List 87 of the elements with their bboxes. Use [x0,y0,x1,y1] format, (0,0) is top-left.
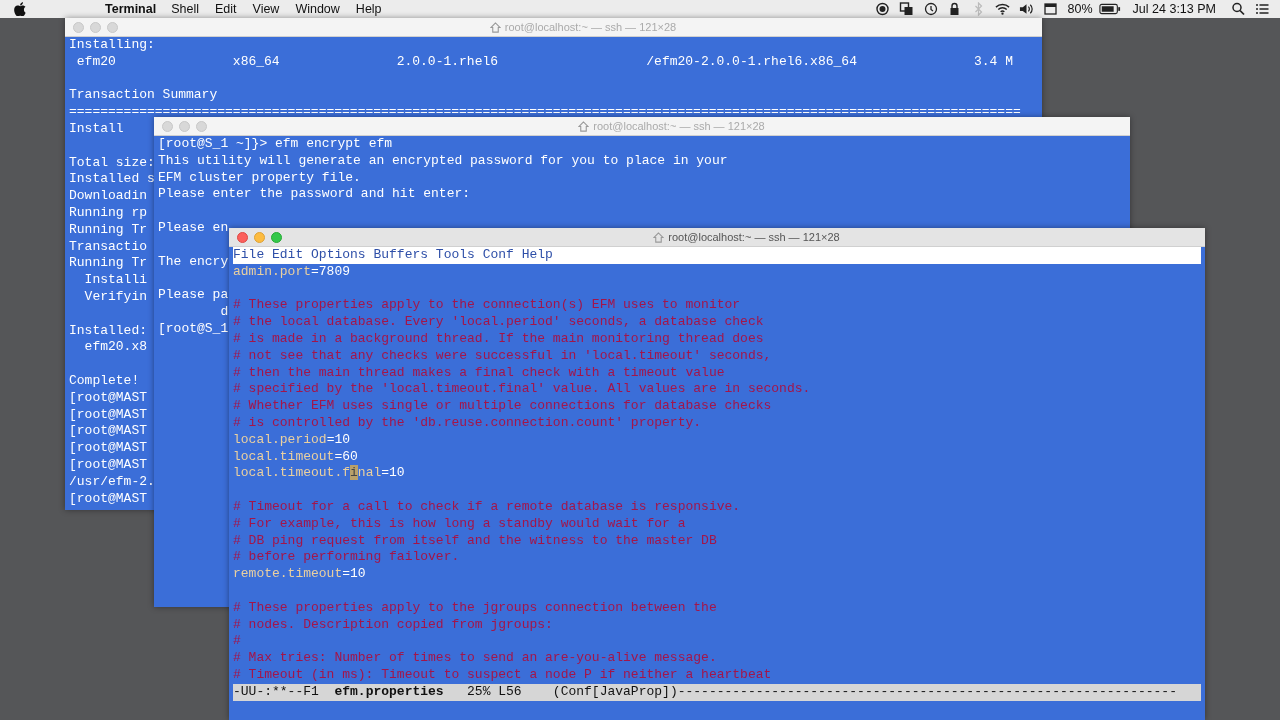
menu-item[interactable]: Edit [214,2,237,16]
code-comment: # before performing failover. [233,549,460,567]
terminal-line: ========================================================================================================================== [69,104,1021,121]
app-menu[interactable]: Terminal [105,2,157,16]
code-comment: # These properties apply to the jgroups connection between the [233,599,717,617]
terminal-line: [root@S_1 [158,320,229,338]
code-comment: # These properties apply to the connection(s) EFM uses to monitor [233,297,741,315]
menu-item[interactable]: Help [355,2,382,16]
terminal-line: Complete! [69,372,140,390]
code-comment: # DB ping request from itself and the witness to the master DB [233,532,717,550]
code-comment: # is controlled by the 'db.reuse.connection.count' property. [233,414,702,432]
terminal-line: Please enter the password and hit enter: [158,186,471,204]
windows-icon[interactable] [898,2,914,16]
terminal-line: Install [69,121,124,138]
code-comment: # then the main thread makes a final check with a timeout value [233,364,725,382]
battery-icon[interactable] [1098,3,1121,15]
menu-item[interactable]: Shell [171,2,199,16]
terminal-line: efm20.x8 [83,339,147,357]
menu-item[interactable]: Conf [482,247,514,264]
record-icon[interactable] [874,2,890,16]
terminal-line: [root@MAST [69,389,147,407]
window-title: root@localhost:~ — ssh — 121×28 [668,231,840,243]
terminal-line: The encry [158,253,229,271]
menu-item[interactable]: Buffers [373,247,429,264]
code-comment: # Timeout for a call to check if a remote database is responsive. [233,498,741,516]
terminal-line: Downloadin [69,188,147,205]
clock-history-icon[interactable] [922,2,938,16]
code-comment: # is made in a background thread. If the main monitoring thread does [233,331,764,348]
house-icon [653,231,665,243]
search-icon[interactable] [1231,2,1246,16]
list-icon[interactable] [1255,2,1270,16]
terminal-line: Installed s [69,171,155,189]
terminal-line: [root@MAST [69,423,147,441]
house-icon [578,120,590,132]
code-comment: # Whether EFM uses single or multiple connections for database checks [233,398,772,415]
terminal-line: This utility will generate an encrypted password for you to place in your [158,152,728,170]
terminal-line: Installed: [69,322,147,340]
menu-item[interactable]: View [252,2,280,16]
code-comment: # Timeout (in ms): Timeout to suspect a node P if neither a heartbeat [233,666,772,684]
terminal-line: [root@MAST [69,406,147,424]
code-line: local.period=10 [233,431,351,449]
terminal-line: /usr/efm-2. [69,473,155,491]
terminal-line: EFM cluster property file. [158,169,361,187]
terminal-line: [root@MAST [69,440,147,457]
code-line: admin.port=7809 [233,263,351,281]
terminal-line: Verifyin [83,288,147,306]
terminal-line: Installi [83,272,147,289]
window-title: root@localhost:~ — ssh — 121×28 [504,21,677,33]
code-line: remote.timeout=10 [233,566,366,583]
wifi-icon[interactable] [994,2,1010,16]
terminal-line: Running Tr [69,221,147,239]
code-comment: # the local database. Every 'local.period' seconds, a database check [233,314,764,331]
menu-item[interactable]: Window [295,2,340,16]
code-comment: # [233,633,241,651]
code-comment: # specified by the 'local.timeout.final' value. All values are in seconds. [233,381,811,399]
menu-item[interactable]: Edit [272,247,304,264]
terminal-line: Transactio [69,238,147,256]
code-comment: # nodes. Description copied from jgroups: [233,616,553,634]
code-comment: # not see that any checks were successful in 'local.timeout' seconds, [233,347,772,365]
terminal-line: [root@S_1 ~]}> efm encrypt efm [158,136,393,153]
battery-percent: 80% [1067,2,1093,16]
code-comment: # For example, this is how long a standby would wait for a [233,515,686,533]
code-line: local.timeout.final=10 [233,465,405,483]
terminal-line: Installing: [69,37,155,54]
window-title: root@localhost:~ — ssh — 121×28 [593,120,765,132]
menu-item[interactable]: Help [521,247,553,264]
apple-logo-icon[interactable] [14,2,26,16]
code-comment: # Max tries: Number of times to send an are-you-alive message. [233,650,717,667]
terminal-line: Running rp [69,204,147,222]
menu-item[interactable]: Tools [435,247,475,264]
terminal-line: [root@MAST [69,456,147,474]
volume-icon[interactable] [1018,2,1034,16]
terminal-line: Transaction Summary [69,87,218,105]
close-button[interactable] [237,231,248,243]
house-icon [489,21,501,33]
menu-item[interactable]: File [233,247,265,264]
menu-item[interactable]: Options [311,247,366,264]
calendar-icon[interactable] [1042,2,1058,16]
terminal-line: efm20 x86_64 2.0.0-1.rhel6 /efm20-2.0.0-1.rhel6.x86_64 3.4 M [75,53,1013,71]
terminal-line: d [219,303,229,321]
code-line: local.timeout=60 [233,448,358,466]
terminal-line: Running Tr [69,255,147,273]
terminal-line: Total size: [69,154,155,172]
terminal-line: Please pa [158,287,229,304]
terminal-line: [root@MAST [69,490,147,508]
terminal-line: Please en [158,220,229,237]
menu-bar-clock[interactable]: Jul 24 3:13 PM [1132,2,1216,16]
